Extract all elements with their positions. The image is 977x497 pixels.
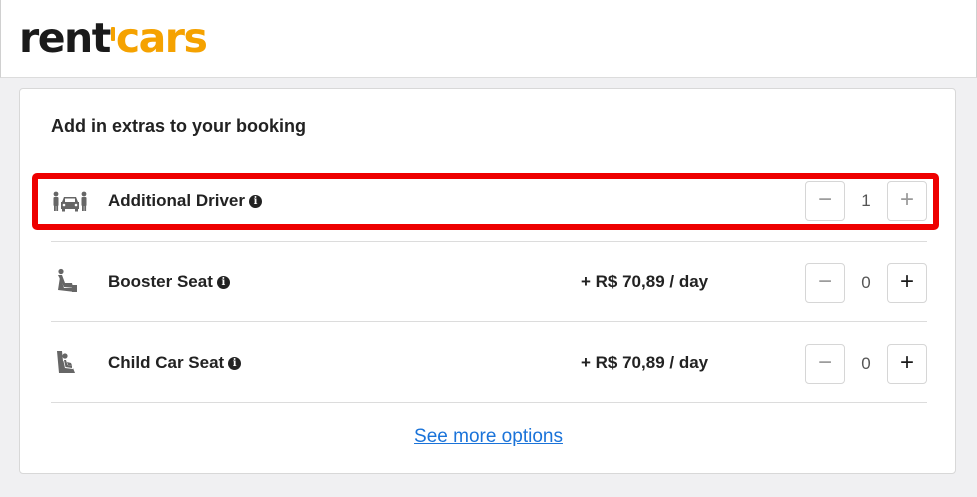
extra-row-child-car-seat: Child Car Seat i + R$ 70,89 / day − 0 + (51, 323, 927, 403)
quantity-value: 0 (861, 273, 871, 292)
increase-button[interactable]: + (887, 344, 927, 384)
extra-price: + R$ 70,89 / day (581, 272, 709, 291)
extra-label: Booster Seat (108, 272, 213, 291)
info-icon[interactable]: i (228, 356, 242, 370)
extra-price: + R$ 70,89 / day (581, 353, 709, 372)
extra-row-booster-seat: Booster Seat i + R$ 70,89 / day − 0 + (51, 242, 927, 322)
extra-label: Child Car Seat (108, 353, 225, 372)
logo-separator (110, 27, 115, 41)
extras-title: Add in extras to your booking (51, 116, 307, 136)
decrease-button[interactable]: − (805, 344, 845, 384)
increase-button[interactable]: + (887, 263, 927, 303)
site-header: rent cars (0, 0, 977, 78)
booster-seat-icon (51, 268, 89, 296)
decrease-button[interactable]: − (805, 263, 845, 303)
quantity-value: 0 (861, 354, 871, 373)
extras-card: Add in extras to your booking Additional… (19, 88, 956, 474)
quantity-stepper: − 0 + (805, 344, 927, 384)
rentcars-logo[interactable]: rent cars (19, 14, 208, 62)
quantity-stepper: − 0 + (805, 263, 927, 303)
see-more-options-link[interactable]: See more options (20, 426, 957, 448)
highlight-box (32, 173, 939, 230)
info-icon[interactable]: i (216, 275, 230, 289)
child-seat-icon (51, 349, 89, 377)
